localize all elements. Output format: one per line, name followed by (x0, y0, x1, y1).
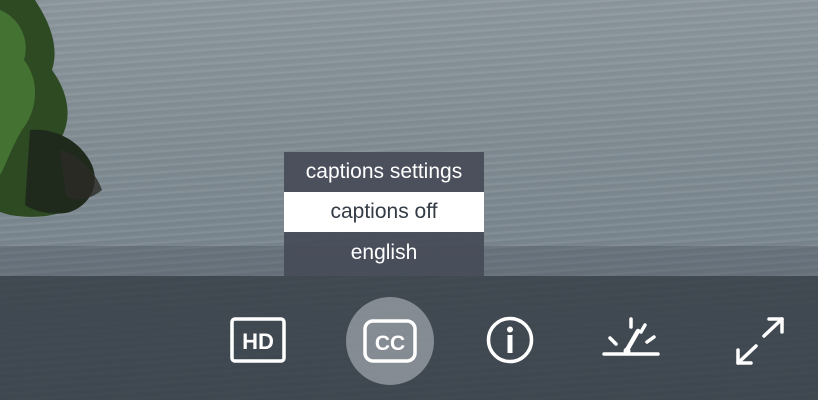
info-button[interactable] (484, 314, 536, 366)
cc-label: CC (375, 332, 405, 355)
info-icon (486, 316, 534, 364)
hd-label: HD (242, 329, 274, 354)
fullscreen-icon (736, 317, 784, 365)
captions-menu: captions settings captions off english (284, 152, 484, 276)
speed-icon (602, 317, 660, 356)
captions-english-option[interactable]: english (284, 232, 484, 276)
captions-menu-header: captions settings (284, 152, 484, 192)
cc-icon: CC (363, 319, 417, 363)
captions-off-option[interactable]: captions off (284, 192, 484, 232)
cc-button[interactable]: CC (346, 297, 434, 385)
speed-button[interactable] (600, 314, 662, 362)
hd-icon: HD (230, 317, 286, 363)
fullscreen-button[interactable] (732, 314, 788, 368)
hd-button[interactable]: HD (226, 312, 290, 368)
